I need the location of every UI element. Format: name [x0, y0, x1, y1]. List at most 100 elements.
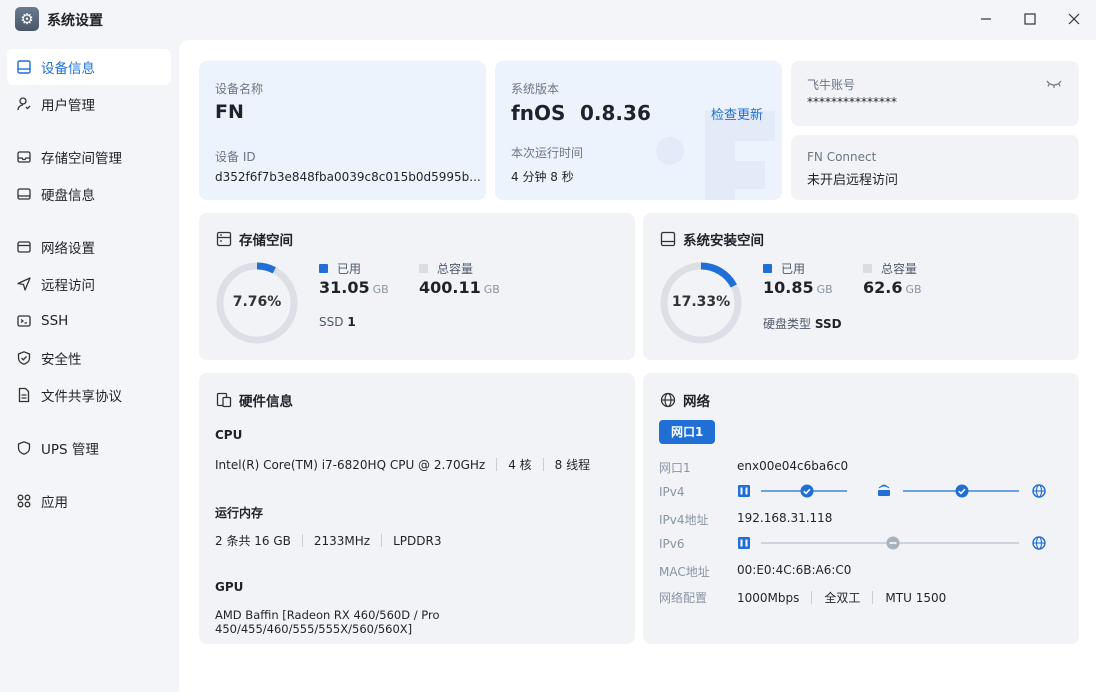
hardware-icon [216, 392, 232, 408]
internet-globe-icon [1032, 536, 1046, 550]
sidebar-item-storage[interactable]: 存储空间管理 [7, 139, 171, 175]
network-config-label: 网络配置 [659, 591, 708, 605]
mtu-value: MTU 1500 [885, 590, 947, 605]
maximize-button[interactable] [1012, 5, 1048, 33]
internet-globe-icon [1032, 484, 1046, 498]
ipv4-address: 192.168.31.118 [737, 511, 833, 525]
os-name: fnOS [511, 101, 566, 125]
cpu-label: CPU [215, 428, 243, 442]
ipv4-address-label: IPv4地址 [659, 513, 709, 527]
account-label: 飞牛账号 [807, 78, 856, 92]
nic-icon [738, 485, 750, 497]
ipv4-connection-diagram [738, 484, 1046, 498]
fn-connect-label: FN Connect [807, 150, 877, 164]
storage-icon [16, 149, 32, 165]
minimize-button[interactable] [968, 5, 1004, 33]
system-version-card: 系统版本 fnOS 0.8.36 检查更新 本次运行时间 4 分钟 8 秒 [495, 61, 782, 200]
device-id-label: 设备 ID [215, 150, 256, 164]
memory-size: 2 条共 16 GB [215, 534, 291, 548]
sidebar-item-file-share[interactable]: 文件共享协议 [7, 377, 171, 413]
internet-ok-check-icon [955, 484, 969, 498]
ups-icon [16, 440, 32, 456]
system-space-used-value: 10.85 GB [763, 278, 833, 297]
system-space-disk-type: 硬盘类型 SSD [763, 317, 842, 331]
sidebar-item-network[interactable]: 网络设置 [7, 229, 171, 265]
uptime-label: 本次运行时间 [511, 146, 584, 160]
ipv4-label: IPv4 [659, 485, 685, 499]
eye-closed-icon[interactable] [1046, 79, 1062, 89]
sidebar-item-label: SSH [41, 313, 69, 329]
router-icon [878, 484, 890, 496]
sidebar-item-ups[interactable]: UPS 管理 [7, 430, 171, 466]
gear-icon: ⚙ [15, 7, 39, 31]
nic-icon [738, 537, 750, 549]
cpu-info: Intel(R) Core(TM) i7-6820HQ CPU @ 2.70GH… [215, 456, 590, 473]
network-icon [16, 239, 32, 255]
disk-icon [16, 186, 32, 202]
hardware-card: 硬件信息 CPU Intel(R) Core(TM) i7-6820HQ CPU… [199, 373, 635, 644]
close-icon [1068, 13, 1080, 25]
ipv6-label: IPv6 [659, 537, 685, 551]
system-space-card[interactable]: 系统安装空间 17.33% 已用 10.85 GB 总容量 62.6 GB 硬盘类型… [643, 213, 1079, 360]
system-version-label: 系统版本 [511, 82, 560, 96]
title-bar: ⚙ 系统设置 [0, 0, 1096, 40]
memory-label: 运行内存 [215, 506, 264, 520]
port-value: enx00e04c6ba6c0 [737, 459, 849, 473]
shield-icon [16, 350, 32, 366]
account-card: 飞牛账号 *************** [791, 61, 1079, 126]
device-name-label: 设备名称 [215, 82, 264, 96]
uptime-value: 4 分钟 8 秒 [511, 170, 574, 184]
network-card: 网络 网口1 网口1 enx00e04c6ba6c0 IPv4 IPv4地址 1… [643, 373, 1079, 644]
sidebar-item-disk[interactable]: 硬盘信息 [7, 176, 171, 212]
account-value: *************** [807, 95, 897, 109]
sidebar-item-apps[interactable]: 应用 [7, 483, 171, 519]
hardware-title: 硬件信息 [216, 390, 293, 410]
storage-used-value: 31.05 GB [319, 278, 389, 297]
remote-icon [16, 276, 32, 292]
main-panel: 设备名称 FN 设备 ID d352f6f7b3e848fba0039c8c01… [179, 40, 1096, 692]
sidebar-item-label: 存储空间管理 [41, 151, 122, 167]
sidebar-item-label: UPS 管理 [41, 442, 99, 458]
device-icon [16, 59, 32, 75]
tab-port1[interactable]: 网口1 [659, 420, 716, 444]
terminal-icon [16, 313, 32, 329]
apps-icon [16, 493, 32, 509]
os-version: 0.8.36 [580, 101, 651, 125]
storage-used-legend: 已用 [319, 260, 361, 277]
system-space-total-value: 62.6 GB [863, 278, 922, 297]
sidebar-item-label: 应用 [41, 495, 68, 511]
storage-icon [216, 231, 232, 247]
fn-connect-card[interactable]: FN Connect 未开启远程访问 [791, 135, 1079, 200]
storage-title: 存储空间 [216, 229, 293, 249]
sidebar-item-ssh[interactable]: SSH [7, 303, 171, 339]
sidebar-item-users[interactable]: 用户管理 [7, 86, 171, 122]
storage-disk-summary: SSD 1 [319, 315, 356, 329]
sidebar-item-label: 远程访问 [41, 278, 95, 294]
network-config: 1000Mbps 全双工 MTU 1500 [737, 589, 946, 606]
gpu-model: AMD Baffin [Radeon RX 460/560D / Pro 450… [215, 608, 440, 636]
duplex-mode: 全双工 [824, 591, 861, 605]
network-title: 网络 [660, 390, 710, 410]
sidebar-item-label: 用户管理 [41, 98, 95, 114]
memory-freq: 2133MHz [313, 533, 371, 548]
sidebar-item-label: 硬盘信息 [41, 188, 95, 204]
system-space-percent: 17.33% [671, 294, 731, 310]
system-space-title: 系统安装空间 [660, 229, 764, 249]
close-button[interactable] [1056, 5, 1092, 33]
globe-icon [660, 392, 676, 408]
mac-label: MAC地址 [659, 565, 710, 579]
sidebar-item-label: 设备信息 [41, 61, 95, 77]
sidebar-item-remote[interactable]: 远程访问 [7, 266, 171, 302]
gpu-info: AMD Baffin [Radeon RX 460/560D / Pro 450… [215, 608, 635, 636]
system-space-total-legend: 总容量 [863, 260, 917, 277]
sidebar-item-security[interactable]: 安全性 [7, 340, 171, 376]
device-card: 设备名称 FN 设备 ID d352f6f7b3e848fba0039c8c01… [199, 61, 486, 200]
storage-card[interactable]: 存储空间 7.76% 已用 31.05 GB 总容量 400.11 GB SSD 1 [199, 213, 635, 360]
device-name: FN [215, 101, 244, 123]
user-icon [16, 96, 32, 112]
system-space-used-legend: 已用 [763, 260, 805, 277]
check-update-link[interactable]: 检查更新 [711, 104, 763, 123]
maximize-icon [1024, 13, 1036, 25]
sidebar-item-device-info[interactable]: 设备信息 [7, 49, 171, 85]
sidebar: 设备信息 用户管理 存储空间管理 硬盘信息 网络设置 远程访问 SSH 安全性 … [0, 40, 179, 692]
